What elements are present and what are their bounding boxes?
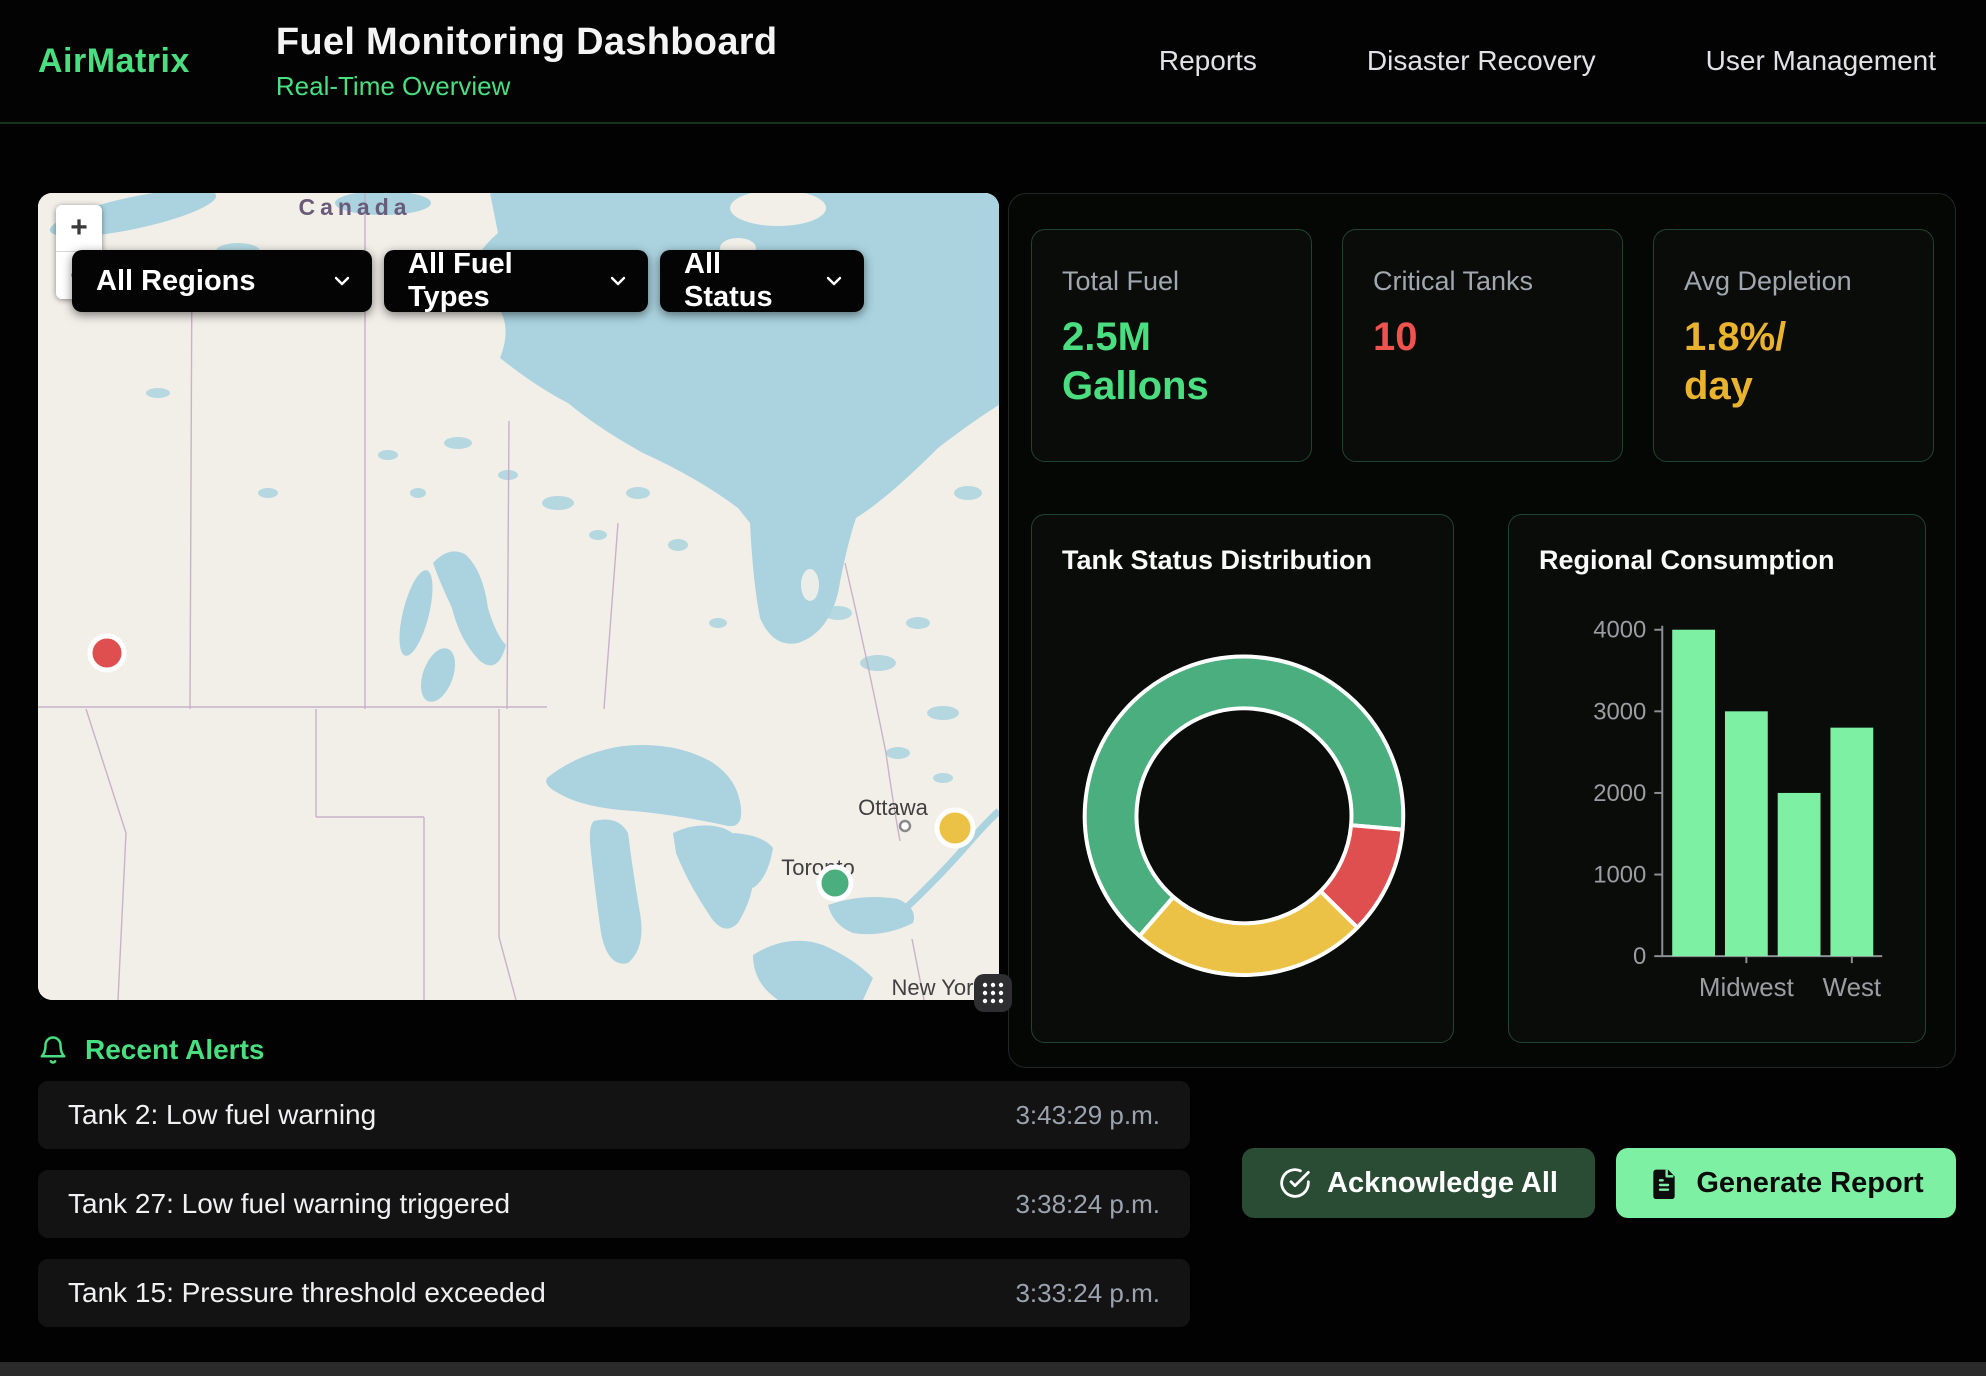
svg-text:3000: 3000	[1593, 698, 1646, 725]
stat-card-total-fuel: Total Fuel 2.5MGallons	[1031, 229, 1312, 462]
acknowledge-all-label: Acknowledge All	[1327, 1167, 1558, 1200]
alert-row[interactable]: Tank 27: Low fuel warning triggered 3:38…	[38, 1170, 1190, 1238]
map-label-canada: Canada	[298, 194, 411, 220]
chart-title: Tank Status Distribution	[1062, 545, 1372, 576]
bar-3	[1830, 728, 1873, 957]
svg-text:2000: 2000	[1593, 780, 1646, 807]
stat-label: Avg Depletion	[1684, 266, 1903, 297]
bar-2	[1778, 793, 1821, 956]
window-bottom-bar	[0, 1362, 1986, 1376]
alert-message: Tank 27: Low fuel warning triggered	[68, 1188, 510, 1220]
fuel-type-filter-dropdown[interactable]: All Fuel Types	[384, 250, 648, 312]
map-filters: All Regions All Fuel Types All Status	[72, 250, 864, 312]
map-label-newyork: New York	[892, 975, 986, 1000]
regional-consumption-chart-card: Regional Consumption 0 1000 2000 3000 4000 Mi…	[1508, 514, 1926, 1043]
nav-reports[interactable]: Reports	[1159, 45, 1257, 77]
grip-dots-icon	[980, 980, 1006, 1006]
header-titles: Fuel Monitoring Dashboard Real-Time Over…	[276, 21, 777, 102]
stat-card-critical-tanks: Critical Tanks 10	[1342, 229, 1623, 462]
status-filter-dropdown[interactable]: All Status	[660, 250, 864, 312]
fuel-type-filter-label: All Fuel Types	[408, 248, 592, 314]
resize-grip-handle[interactable]	[974, 974, 1012, 1012]
zoom-in-button[interactable]: +	[56, 205, 102, 252]
generate-report-button[interactable]: Generate Report	[1616, 1148, 1956, 1218]
acknowledge-all-button[interactable]: Acknowledge All	[1242, 1148, 1595, 1218]
app-logo: AirMatrix	[38, 42, 190, 81]
recent-alerts-title: Recent Alerts	[85, 1034, 264, 1066]
alert-row[interactable]: Tank 15: Pressure threshold exceeded 3:3…	[38, 1259, 1190, 1327]
chevron-down-icon	[330, 269, 354, 293]
bell-icon	[38, 1035, 68, 1065]
chevron-down-icon	[822, 269, 846, 293]
metrics-panel: Total Fuel 2.5MGallons Critical Tanks 10…	[1008, 193, 1956, 1068]
stat-value: 1.8%/day	[1684, 313, 1903, 411]
stat-label: Critical Tanks	[1373, 266, 1592, 297]
alert-row[interactable]: Tank 2: Low fuel warning 3:43:29 p.m.	[38, 1081, 1190, 1149]
fuel-monitoring-dashboard: AirMatrix Fuel Monitoring Dashboard Real…	[0, 0, 1986, 1376]
map-canvas: Canada Ottawa Toronto New York	[38, 193, 999, 1000]
chart-title: Regional Consumption	[1539, 545, 1834, 576]
map-panel[interactable]: Canada Ottawa Toronto New York + − All R…	[38, 193, 999, 1000]
status-filter-label: All Status	[684, 248, 808, 314]
map-label-ottawa: Ottawa	[858, 795, 928, 820]
svg-text:1000: 1000	[1593, 862, 1646, 889]
map-label-toronto: Toronto	[781, 855, 854, 880]
nav-user-management[interactable]: User Management	[1706, 45, 1936, 77]
ottawa-town-dot	[900, 821, 910, 831]
recent-alerts-heading: Recent Alerts	[38, 1034, 264, 1066]
nav-disaster-recovery[interactable]: Disaster Recovery	[1367, 45, 1596, 77]
region-filter-label: All Regions	[96, 265, 256, 298]
stat-label: Total Fuel	[1062, 266, 1281, 297]
stat-value: 10	[1373, 313, 1592, 362]
check-circle-icon	[1279, 1167, 1311, 1199]
alert-message: Tank 2: Low fuel warning	[68, 1099, 376, 1131]
stat-value: 2.5MGallons	[1062, 313, 1281, 411]
region-filter-dropdown[interactable]: All Regions	[72, 250, 372, 312]
alert-message: Tank 15: Pressure threshold exceeded	[68, 1277, 546, 1309]
header: AirMatrix Fuel Monitoring Dashboard Real…	[0, 0, 1986, 124]
tank-status-donut-chart	[1032, 515, 1453, 1042]
generate-report-label: Generate Report	[1696, 1167, 1923, 1200]
alert-time: 3:33:24 p.m.	[1015, 1278, 1160, 1309]
stat-card-avg-depletion: Avg Depletion 1.8%/day	[1653, 229, 1934, 462]
alert-time: 3:38:24 p.m.	[1015, 1189, 1160, 1220]
svg-text:0: 0	[1633, 943, 1646, 970]
svg-text:Midwest: Midwest	[1699, 974, 1794, 1002]
page-title: Fuel Monitoring Dashboard	[276, 21, 777, 64]
donut-segment-warning	[1140, 891, 1358, 975]
bar-0	[1672, 630, 1715, 956]
chevron-down-icon	[606, 269, 630, 293]
main-nav: Reports Disaster Recovery User Managemen…	[1159, 45, 1936, 77]
regional-consumption-bar-chart: 0 1000 2000 3000 4000 Midwest West	[1509, 515, 1925, 1042]
alert-time: 3:43:29 p.m.	[1015, 1100, 1160, 1131]
file-text-icon	[1648, 1167, 1680, 1199]
svg-text:West: West	[1823, 974, 1881, 1002]
svg-text:4000: 4000	[1593, 617, 1646, 644]
bar-1	[1725, 711, 1768, 956]
tank-status-chart-card: Tank Status Distribution	[1031, 514, 1454, 1043]
page-subtitle: Real-Time Overview	[276, 71, 777, 102]
